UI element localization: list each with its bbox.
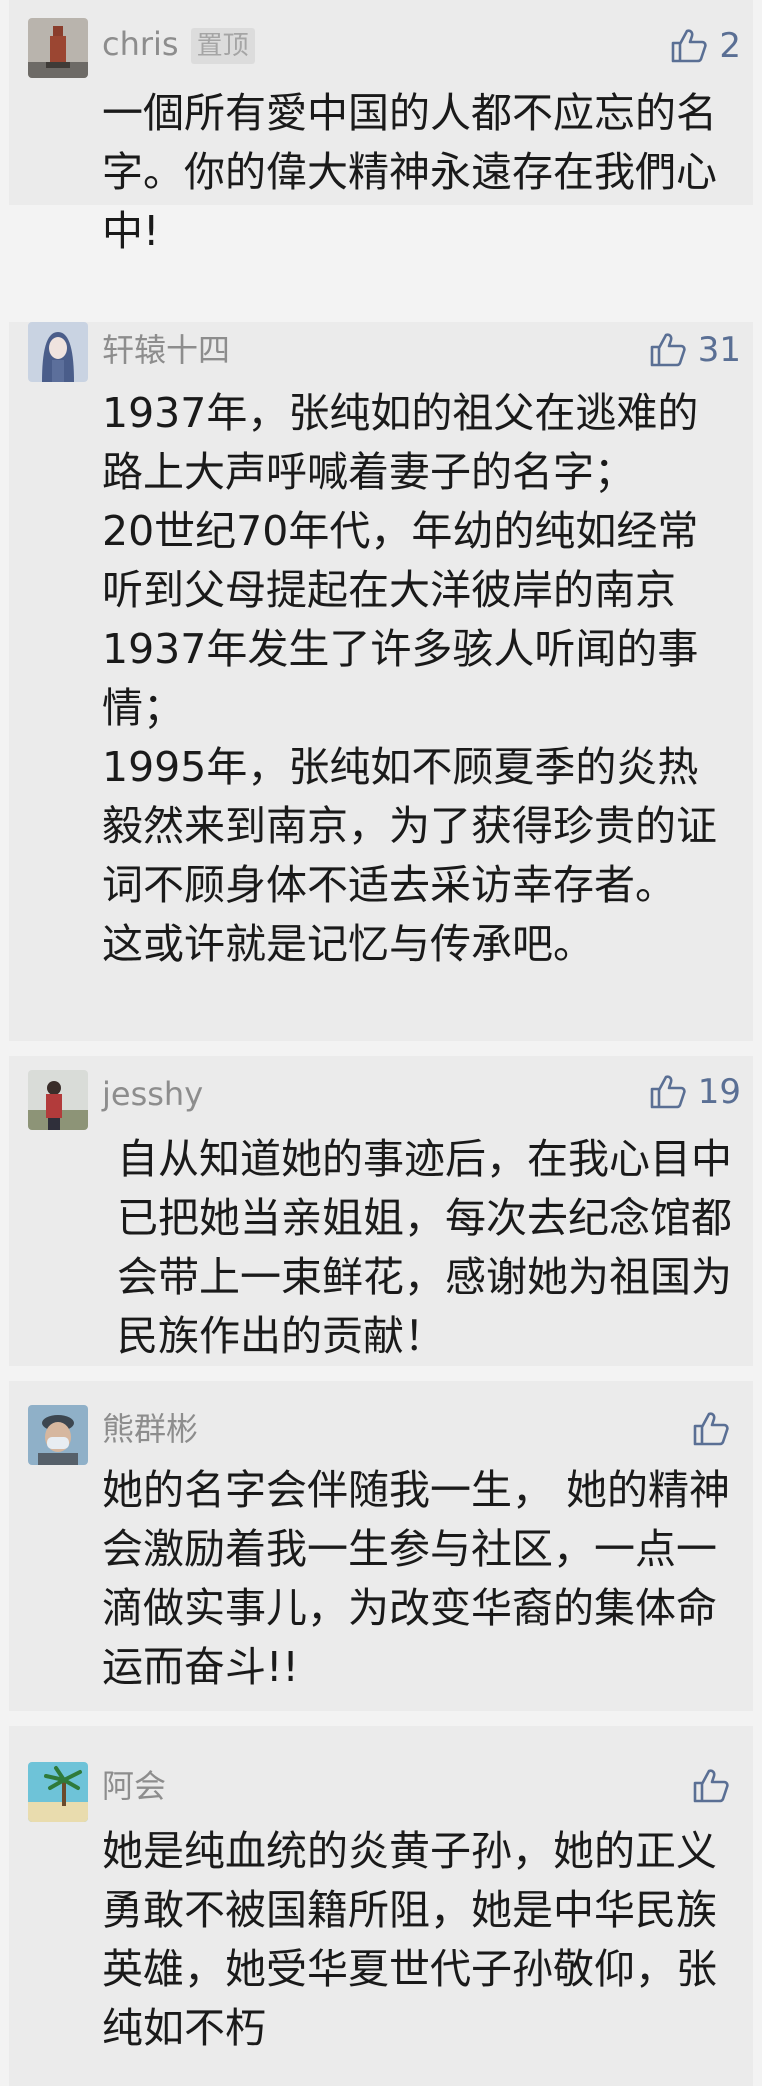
like-button[interactable] <box>691 1407 741 1451</box>
like-button[interactable]: 31 <box>648 328 741 372</box>
author-name: chris <box>102 25 179 63</box>
thumbs-up-icon <box>693 1412 729 1446</box>
comment-text: 1937年，张纯如的祖父在逃难的路上大声呼喊着妻子的名字； 20世纪70年代，年… <box>102 389 717 968</box>
thumbs-up-icon <box>693 1769 729 1803</box>
comment-author[interactable]: 熊群彬 <box>102 1409 198 1449</box>
thumbs-up-icon <box>650 1075 686 1109</box>
comment-text: 自从知道她的事迹后，在我心目中已把她当亲姐姐，每次去纪念馆都会带上一束鲜花，感谢… <box>117 1135 732 1360</box>
pinned-badge: 置顶 <box>190 28 255 64</box>
user-avatar[interactable] <box>28 322 88 382</box>
comment-card: 熊群彬 她的名字会伴随我一生， 她的精神会激励着我一生参与社区，一点一滴做实事儿… <box>9 1381 753 1711</box>
comment-author[interactable]: chris 置顶 <box>102 24 255 64</box>
user-avatar[interactable] <box>28 1070 88 1130</box>
beach-palm-avatar-icon <box>28 1762 88 1822</box>
user-avatar[interactable] <box>28 1762 88 1822</box>
comment-text: 她是纯血统的炎黄子孙，她的正义勇敢不被国籍所阻，她是中华民族英雄，她受华夏世代子… <box>102 1827 717 2052</box>
user-avatar[interactable] <box>28 1405 88 1465</box>
like-count: 19 <box>697 1072 741 1112</box>
comment-text: 她的名字会伴随我一生， 她的精神会激励着我一生参与社区，一点一滴做实事儿，为改变… <box>102 1466 731 1691</box>
comment-author[interactable]: 阿会 <box>102 1766 166 1806</box>
like-count: 2 <box>719 26 741 66</box>
masked-man-avatar-icon <box>28 1405 88 1465</box>
comment-card: chris 置顶 2 一個所有愛中国的人都不应忘的名字。你的偉大精神永遠存在我們心… <box>9 0 753 255</box>
like-button[interactable]: 19 <box>648 1070 741 1114</box>
person-outdoor-avatar-icon <box>28 1070 88 1130</box>
like-count: 31 <box>697 330 741 370</box>
anime-girl-avatar-icon <box>28 322 88 382</box>
like-button[interactable]: 2 <box>669 24 741 68</box>
comment-author[interactable]: 轩辕十四 <box>102 330 230 370</box>
comment-card: 轩辕十四 31 1937年，张纯如的祖父在逃难的路上大声呼喊着妻子的名字； 20… <box>9 322 753 1041</box>
comment-card: jesshy 19 自从知道她的事迹后，在我心目中已把她当亲姐姐，每次去纪念馆都… <box>9 1056 753 1366</box>
thumbs-up-icon <box>672 29 708 63</box>
like-button[interactable] <box>691 1764 741 1808</box>
comment-card: 阿会 她是纯血统的炎黄子孙，她的正义勇敢不被国籍所阻，她是中华民族英雄，她受华夏… <box>9 1726 753 2086</box>
user-avatar[interactable] <box>28 18 88 78</box>
thumbs-up-icon <box>650 333 686 367</box>
comment-text: 一個所有愛中国的人都不应忘的名字。你的偉大精神永遠存在我們心中! <box>102 89 717 255</box>
comment-author[interactable]: jesshy <box>102 1074 203 1114</box>
statue-avatar-icon <box>28 18 88 78</box>
